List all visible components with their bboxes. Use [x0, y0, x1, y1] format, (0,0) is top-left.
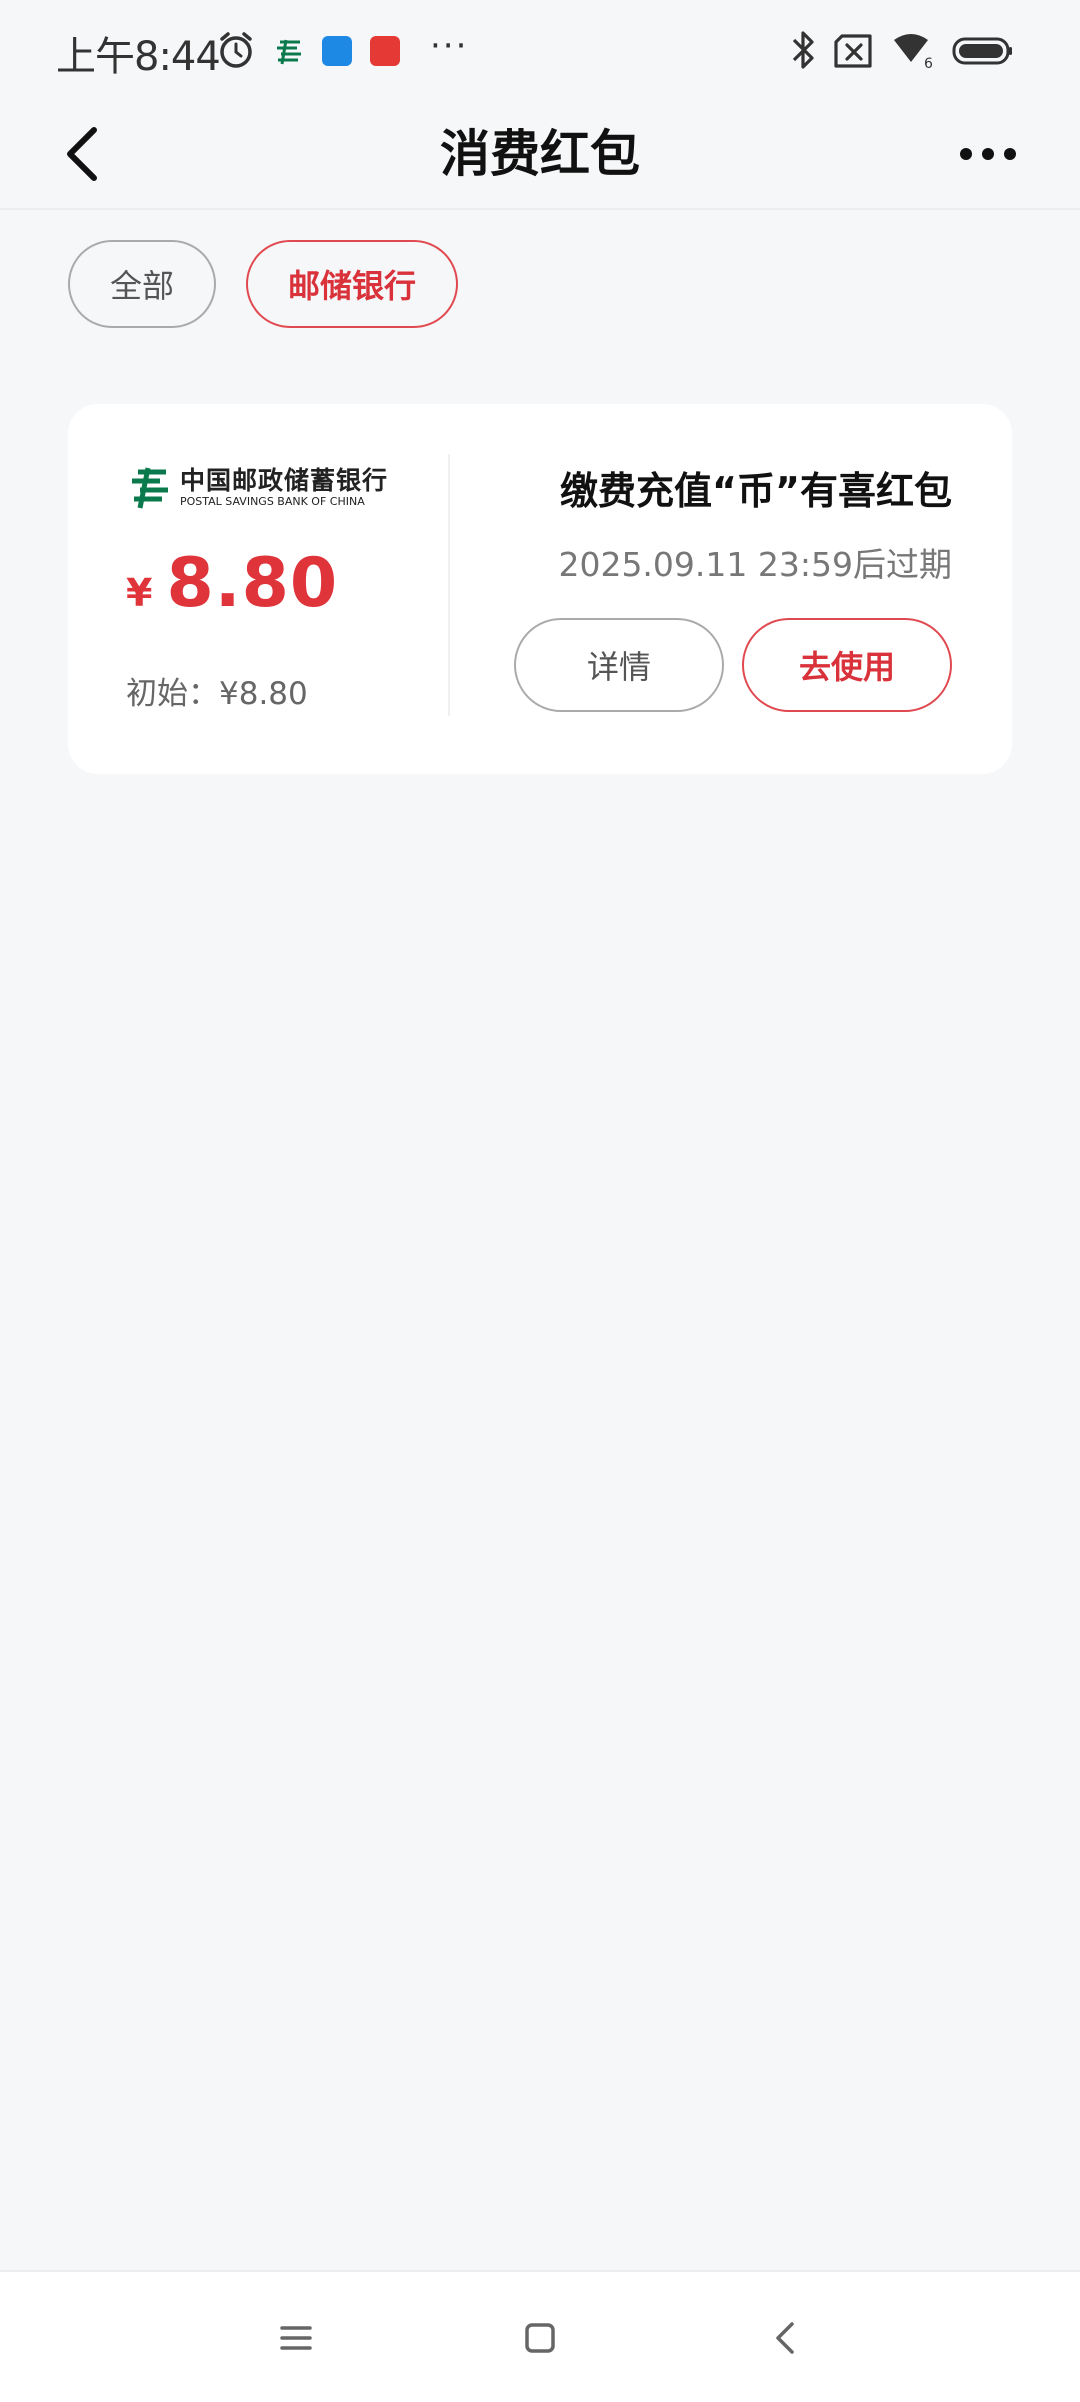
filter-chip-psbc[interactable]: 邮储银行	[246, 240, 458, 328]
voucher-card[interactable]: 中国邮政储蓄银行 POSTAL SAVINGS BANK OF CHINA ¥ …	[68, 404, 1012, 774]
bank-logo: 中国邮政储蓄银行 POSTAL SAVINGS BANK OF CHINA	[126, 462, 406, 514]
voucher-amount: ¥ 8.80	[126, 544, 338, 623]
psbc-app-icon	[277, 39, 301, 65]
logo-name-cn: 中国邮政储蓄银行	[180, 466, 389, 495]
page-title: 消费红包	[440, 125, 640, 183]
filter-chip-all[interactable]: 全部	[68, 240, 216, 328]
initial-amount: 初始：¥8.80	[126, 676, 308, 712]
currency-symbol: ¥	[126, 571, 153, 615]
voucher-expiry: 2025.09.11 23:59后过期	[558, 545, 952, 584]
sim-off-icon	[834, 34, 872, 68]
logo-name-en: POSTAL SAVINGS BANK OF CHINA	[180, 495, 365, 508]
voucher-title: 缴费充值“币”有喜红包	[560, 469, 952, 513]
system-nav-bar	[0, 2270, 1080, 2402]
details-button[interactable]: 详情	[514, 618, 724, 712]
wifi-badge: 6	[924, 56, 933, 70]
bluetooth-icon	[792, 31, 814, 69]
wifi-icon: 6	[894, 34, 933, 70]
red-app-icon	[370, 36, 400, 66]
amount-value: 8.80	[166, 544, 339, 623]
menu-icon[interactable]	[270, 2312, 322, 2364]
nav-bar: 消费红包	[0, 100, 1080, 210]
alarm-clock-icon	[220, 32, 252, 68]
blue-app-icon	[322, 36, 352, 66]
status-overflow-dots: ···	[430, 26, 469, 66]
use-button[interactable]: 去使用	[742, 618, 952, 712]
more-dots-icon[interactable]	[958, 134, 1018, 174]
status-bar: 上午8:44 ··· 6	[0, 0, 1080, 100]
card-divider	[448, 454, 450, 716]
back-icon[interactable]	[760, 2312, 812, 2364]
home-icon[interactable]	[514, 2312, 566, 2364]
psbc-logo-icon	[132, 467, 168, 509]
battery-icon	[952, 37, 1012, 65]
status-time: 上午8:44	[56, 34, 221, 80]
filter-chips: 全部 邮储银行	[68, 240, 488, 328]
